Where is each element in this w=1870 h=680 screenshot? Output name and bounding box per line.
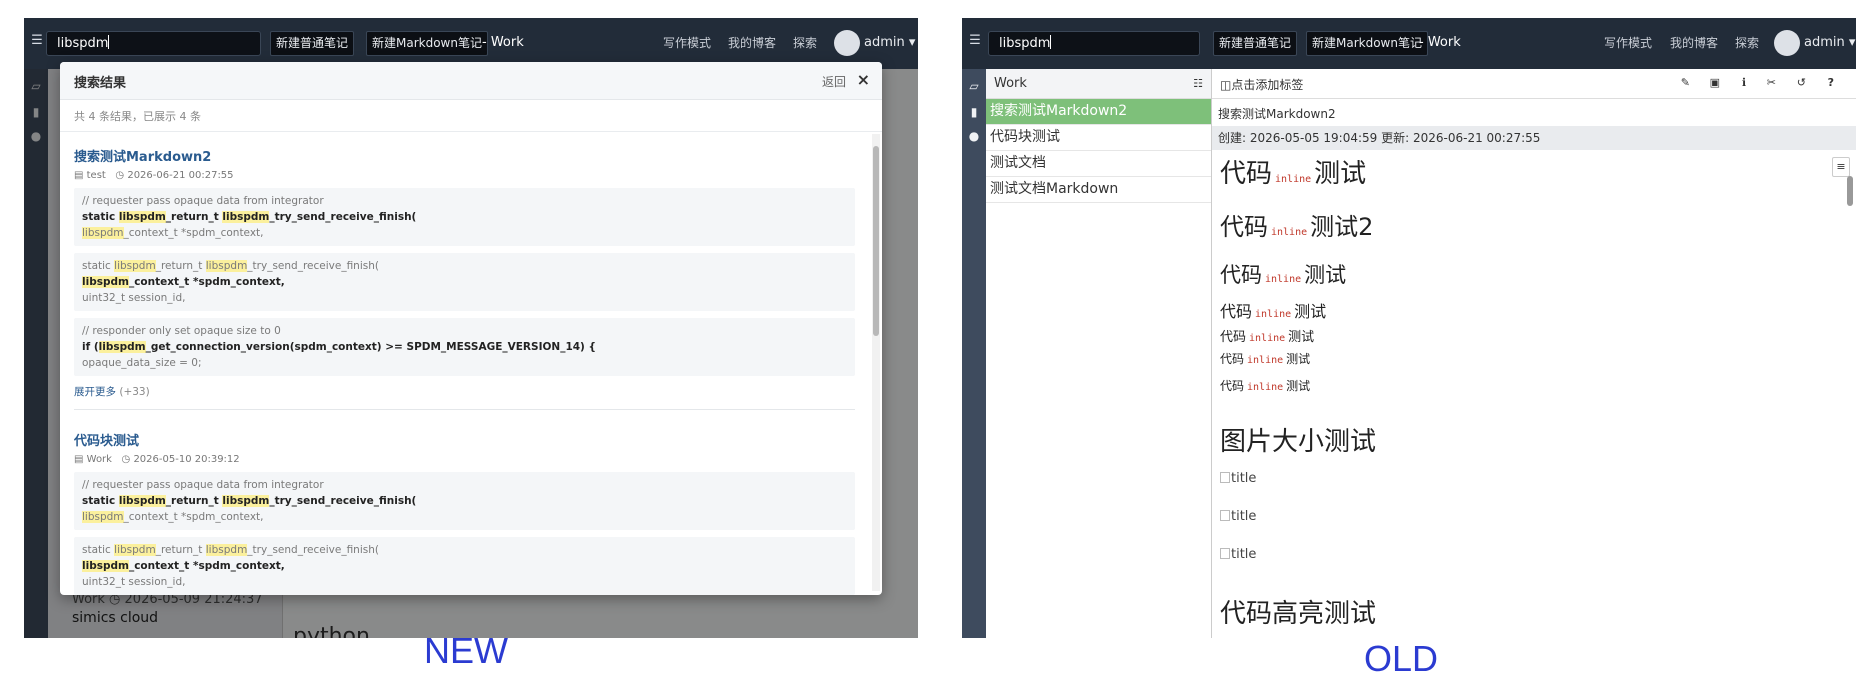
history-icon[interactable]: ↺ bbox=[1797, 76, 1806, 89]
section-heading: 图片大小测试 bbox=[1220, 427, 1377, 457]
code-snippet: // responder only set opaque size to 0 i… bbox=[74, 318, 855, 376]
my-blog-link[interactable]: 我的博客 bbox=[1670, 34, 1718, 52]
tag-icon: ◫ bbox=[1220, 78, 1232, 92]
menu-icon[interactable]: ☰ bbox=[28, 34, 46, 48]
close-icon[interactable]: × bbox=[857, 70, 870, 89]
code-snippet: // requester pass opaque data from integ… bbox=[74, 472, 855, 530]
search-input[interactable]: libspdm bbox=[988, 31, 1200, 56]
new-caption: NEW bbox=[424, 630, 508, 671]
note-body: 代码 inline 测试 代码 inline 测试2 代码 inline 测试 代码 inli… bbox=[1220, 153, 1836, 638]
info-icon[interactable]: ℹ bbox=[1742, 76, 1746, 89]
expand-more-link[interactable]: 展开更多 (+33) bbox=[74, 384, 870, 399]
clock-icon: ◷ bbox=[121, 454, 131, 465]
divider bbox=[74, 409, 855, 410]
result-meta: ▤ Work ◷ 2026-05-10 20:39:12 bbox=[74, 454, 240, 465]
heading-1: 代码 inline 测试 bbox=[1220, 159, 1367, 189]
explore-link[interactable]: 探索 bbox=[1735, 34, 1759, 52]
search-results-modal: 搜索结果 返回 × 共 4 条结果，已展示 4 条 搜索测试Markdown2 … bbox=[60, 62, 882, 595]
heading-4: 代码 inline 测试 bbox=[1220, 302, 1327, 321]
scrollbar[interactable] bbox=[1846, 164, 1854, 634]
modal-header: 搜索结果 返回 × bbox=[60, 62, 882, 100]
heading-5: 代码 inline 测试 bbox=[1220, 330, 1315, 345]
write-mode-link[interactable]: 写作模式 bbox=[663, 34, 711, 52]
list-view-icon[interactable]: ☷ bbox=[1193, 77, 1203, 90]
list-item[interactable]: 代码块测试 bbox=[986, 125, 1211, 151]
notebook-icon[interactable]: ▱ bbox=[967, 79, 981, 93]
clock-icon: ◷ bbox=[115, 170, 125, 181]
avatar[interactable] bbox=[1774, 30, 1800, 56]
current-notebook: - Work bbox=[482, 35, 524, 50]
broken-image: title bbox=[1220, 471, 1256, 486]
avatar[interactable] bbox=[834, 30, 860, 56]
save-icon[interactable]: ▣ bbox=[1710, 76, 1720, 89]
old-caption: OLD bbox=[1364, 638, 1439, 679]
my-blog-link[interactable]: 我的博客 bbox=[728, 34, 776, 52]
broken-image: title bbox=[1220, 509, 1256, 524]
result-summary: 共 4 条结果，已展示 4 条 bbox=[74, 110, 201, 123]
code-snippet: static libspdm_return_t libspdm_try_send… bbox=[74, 253, 855, 311]
back-button[interactable]: 返回 bbox=[822, 73, 846, 90]
search-result: 搜索测试Markdown2 ▤ test ◷ 2026-06-21 00:27:… bbox=[74, 146, 870, 410]
scrollbar[interactable] bbox=[872, 134, 880, 591]
left-rail: ▱ ▮ ● bbox=[962, 69, 986, 638]
top-navbar: ☰ libspdm 新建普通笔记 新建Markdown笔记 - Work 写作模… bbox=[962, 18, 1856, 69]
help-icon[interactable]: ? bbox=[1828, 76, 1834, 89]
new-note-button[interactable]: 新建普通笔记 bbox=[1213, 31, 1298, 56]
bookmark-icon[interactable]: ▮ bbox=[967, 105, 981, 119]
new-note-button[interactable]: 新建普通笔记 bbox=[270, 31, 355, 56]
note-editor: ◫点击添加标签 ✎ ▣ ℹ ✂ ↺ ? 搜索测试Markdown2 创建: 20… bbox=[1212, 69, 1856, 638]
search-input[interactable]: libspdm bbox=[46, 31, 261, 56]
add-tag-button[interactable]: ◫点击添加标签 bbox=[1220, 76, 1303, 93]
note-title[interactable]: 搜索测试Markdown2 bbox=[1218, 105, 1336, 122]
user-menu[interactable]: admin ▾ bbox=[864, 34, 915, 52]
note-list: Work ☷ 搜索测试Markdown2 代码块测试 测试文档 测试文档Mark… bbox=[986, 69, 1212, 638]
new-markdown-button[interactable]: 新建Markdown笔记 bbox=[1306, 31, 1428, 56]
new-panel: ☰ libspdm 新建普通笔记 新建Markdown笔记 - Work 写作模… bbox=[24, 18, 918, 638]
new-markdown-button[interactable]: 新建Markdown笔记 bbox=[366, 31, 488, 56]
heading-2: 代码 inline 测试2 bbox=[1220, 213, 1374, 241]
current-notebook: - Work bbox=[1419, 35, 1461, 50]
list-item[interactable]: 测试文档Markdown bbox=[986, 177, 1211, 203]
attachment-icon[interactable]: ✂ bbox=[1767, 76, 1776, 89]
modal-title: 搜索结果 bbox=[74, 76, 127, 91]
user-icon[interactable]: ● bbox=[967, 129, 981, 143]
result-meta: ▤ test ◷ 2026-06-21 00:27:55 bbox=[74, 170, 234, 181]
old-panel: ☰ libspdm 新建普通笔记 新建Markdown笔记 - Work 写作模… bbox=[962, 18, 1856, 638]
edit-icon[interactable]: ✎ bbox=[1681, 76, 1690, 89]
notebook-icon: ▤ bbox=[74, 454, 84, 465]
list-header: Work ☷ bbox=[986, 69, 1211, 99]
paragraph: 代码 inline 测试 bbox=[1220, 379, 1311, 393]
user-menu[interactable]: admin ▾ bbox=[1804, 34, 1855, 52]
note-timestamps: 创建: 2026-05-05 19:04:59 更新: 2026-06-21 0… bbox=[1212, 126, 1856, 150]
menu-icon[interactable]: ☰ bbox=[966, 34, 984, 48]
heading-3: 代码 inline 测试 bbox=[1220, 263, 1347, 287]
list-item[interactable]: 搜索测试Markdown2 bbox=[986, 99, 1211, 125]
results-list: 搜索测试Markdown2 ▤ test ◷ 2026-06-21 00:27:… bbox=[60, 132, 870, 595]
list-item[interactable]: 测试文档 bbox=[986, 151, 1211, 177]
explore-link[interactable]: 探索 bbox=[793, 34, 817, 52]
search-result: 代码块测试 ▤ Work ◷ 2026-05-10 20:39:12 // re… bbox=[74, 430, 870, 595]
heading-6: 代码 inline 测试 bbox=[1220, 352, 1311, 366]
broken-image: title bbox=[1220, 547, 1256, 562]
code-snippet: static libspdm_return_t libspdm_try_send… bbox=[74, 537, 855, 595]
result-title[interactable]: 搜索测试Markdown2 bbox=[74, 146, 870, 165]
code-snippet: // requester pass opaque data from integ… bbox=[74, 188, 855, 246]
section-heading: 代码高亮测试 bbox=[1220, 599, 1377, 629]
note-toolbar: ◫点击添加标签 ✎ ▣ ℹ ✂ ↺ ? bbox=[1212, 69, 1856, 99]
write-mode-link[interactable]: 写作模式 bbox=[1604, 34, 1652, 52]
result-title[interactable]: 代码块测试 bbox=[74, 430, 870, 449]
notebook-icon: ▤ bbox=[74, 170, 84, 181]
